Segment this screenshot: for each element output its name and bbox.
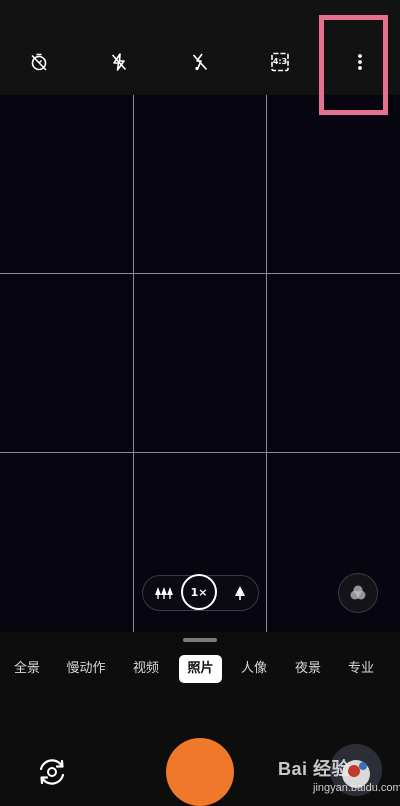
shutter-button[interactable] xyxy=(166,738,234,806)
tele-tree-icon xyxy=(235,586,245,600)
timer-off-icon xyxy=(31,53,47,71)
watermark-logo: Bai 经验 xyxy=(278,759,351,779)
grid-line xyxy=(0,452,400,453)
aspect-ratio-button[interactable]: 4:3 xyxy=(262,44,298,80)
mode-pro[interactable]: 专业 xyxy=(341,655,381,683)
switch-camera-icon xyxy=(39,759,65,785)
zoom-wide-button[interactable] xyxy=(147,576,181,610)
flash-off-icon xyxy=(111,53,127,71)
highlight-box xyxy=(319,15,388,115)
mode-selector: 全景 慢动作 视频 照片 人像 夜景 专业 xyxy=(0,655,400,683)
grid-line xyxy=(133,95,134,632)
live-photo-off-button[interactable] xyxy=(182,44,218,80)
filter-button[interactable] xyxy=(338,573,378,613)
switch-camera-button[interactable] xyxy=(32,752,72,792)
flash-off-button[interactable] xyxy=(101,44,137,80)
timer-off-button[interactable] xyxy=(21,44,57,80)
zoom-tele-button[interactable] xyxy=(223,576,257,610)
mode-night[interactable]: 夜景 xyxy=(288,655,328,683)
mode-photo[interactable]: 照片 xyxy=(179,655,222,683)
live-photo-off-icon xyxy=(192,53,208,71)
mode-slow-motion[interactable]: 慢动作 xyxy=(62,655,110,683)
zoom-1x-button[interactable]: 1× xyxy=(181,574,217,610)
grid-line xyxy=(0,273,400,274)
aspect-ratio-label: 4:3 xyxy=(272,57,288,66)
watermark-url: jingyan.baidu.com xyxy=(313,782,400,794)
zoom-control: 1× xyxy=(142,574,259,611)
mode-panorama[interactable]: 全景 xyxy=(6,655,48,683)
wide-trees-icon xyxy=(155,587,173,599)
camera-viewfinder[interactable] xyxy=(0,95,400,632)
grid-line xyxy=(266,95,267,632)
filter-icon xyxy=(350,585,366,600)
mode-video[interactable]: 视频 xyxy=(126,655,166,683)
mode-portrait[interactable]: 人像 xyxy=(234,655,274,683)
drawer-handle[interactable] xyxy=(183,638,217,642)
